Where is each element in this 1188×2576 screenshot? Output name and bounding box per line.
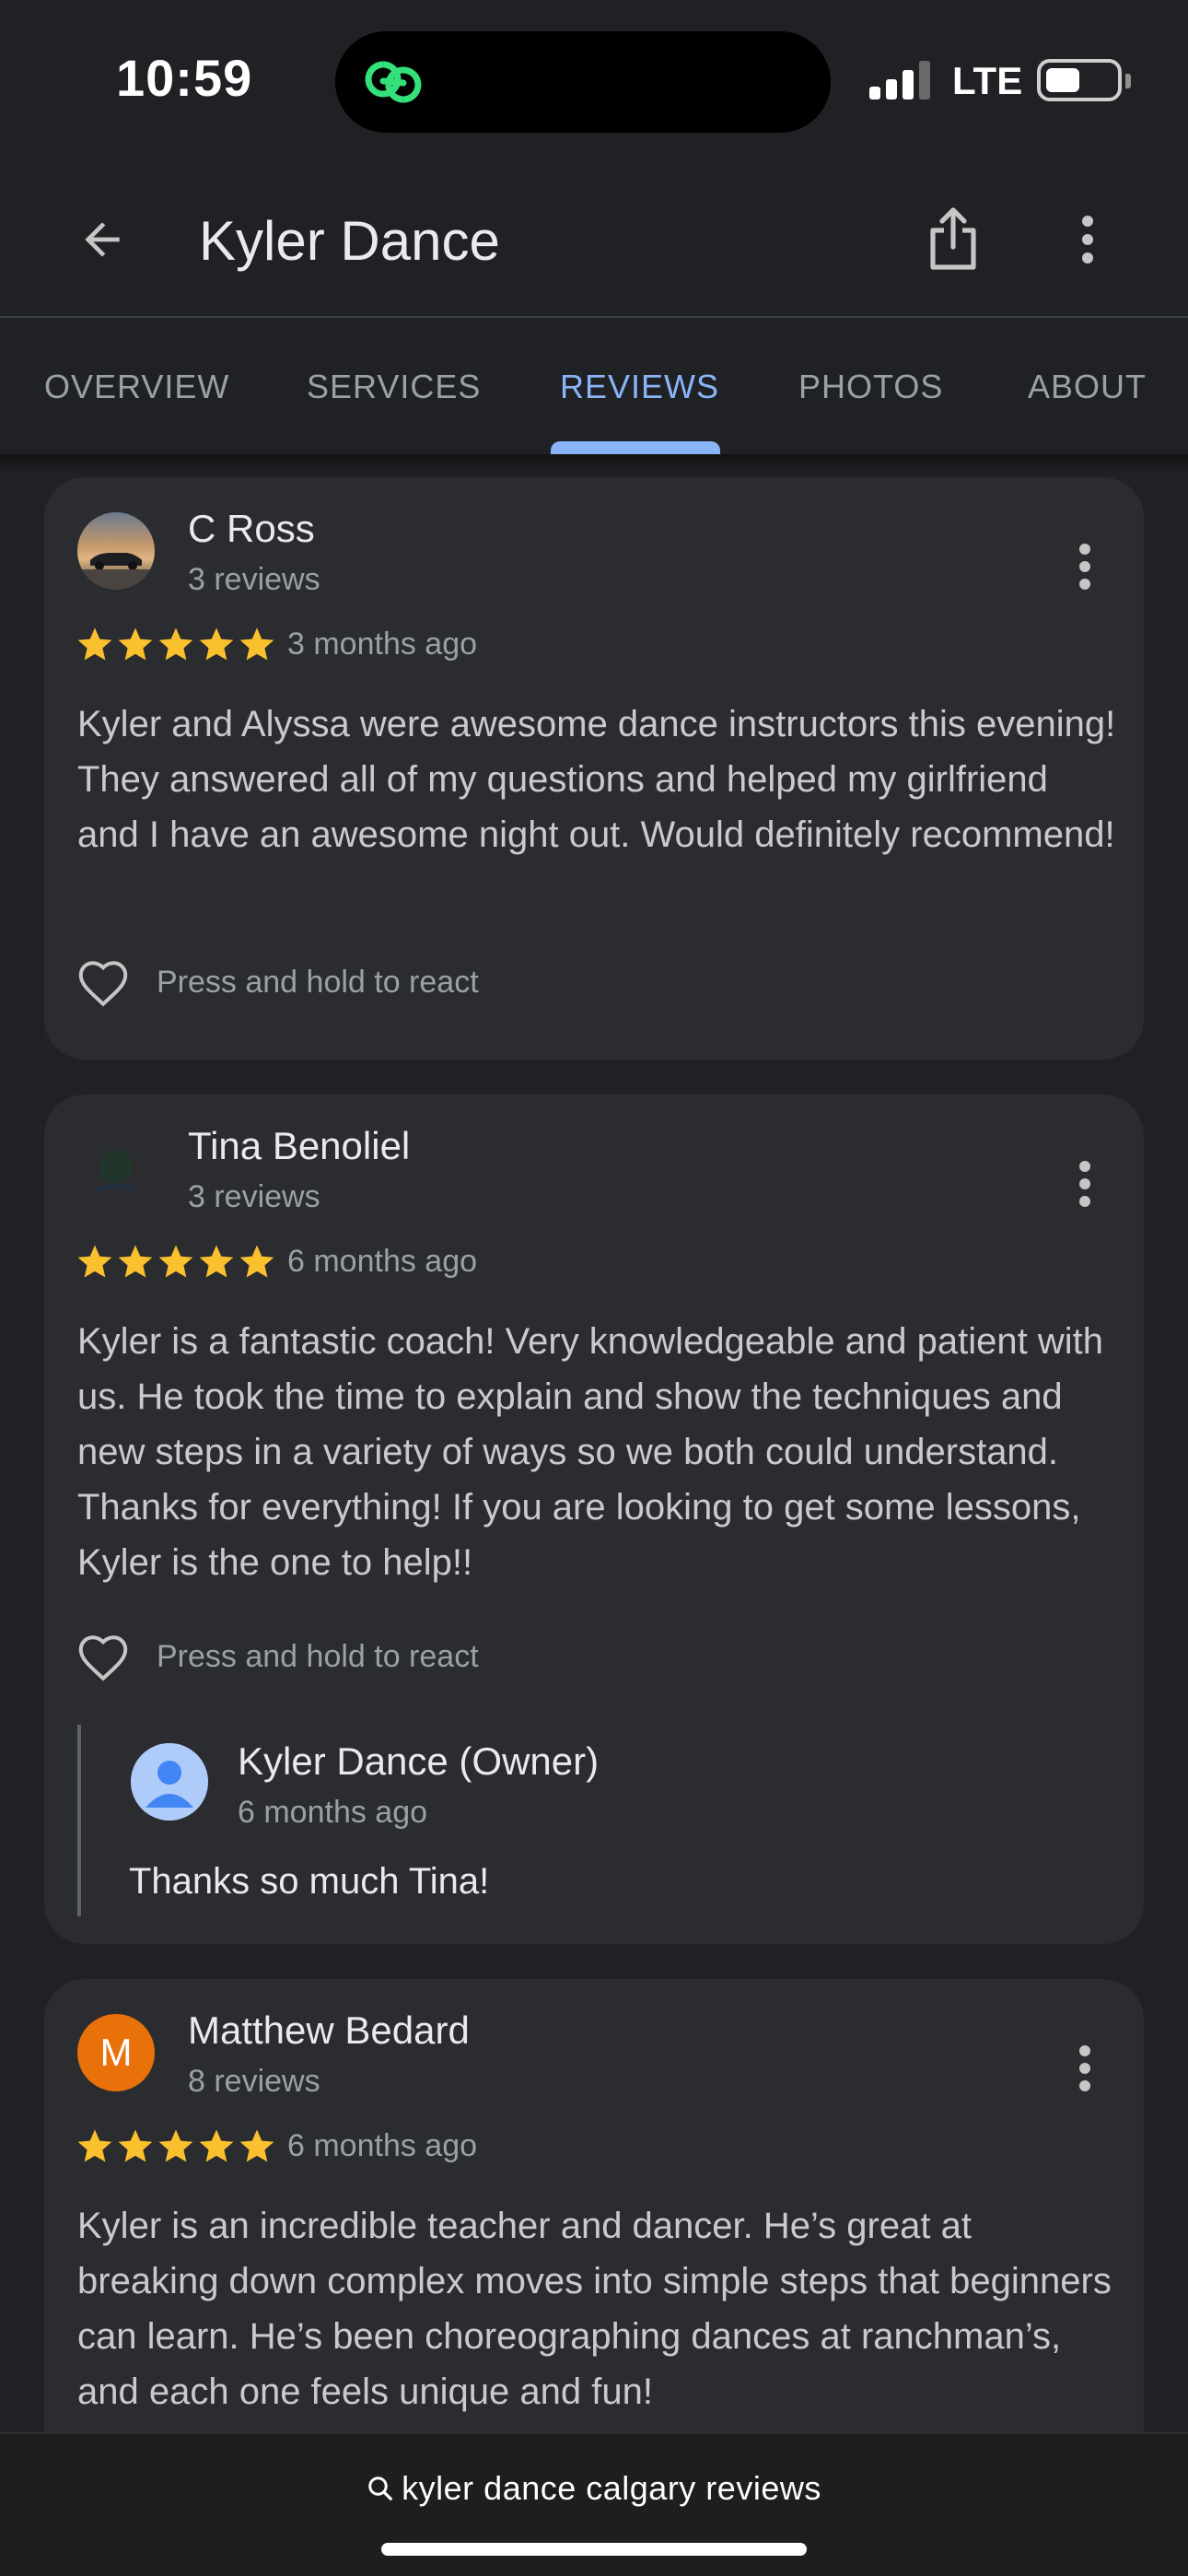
- star-icon: [158, 1245, 193, 1278]
- react-button[interactable]: Press and hold to react: [76, 953, 479, 1012]
- owner-reply: Kyler Dance (Owner) 6 months ago Thanks …: [77, 1725, 1109, 1916]
- star-icon: [118, 2129, 153, 2162]
- review-date: 6 months ago: [287, 2128, 478, 2163]
- tab-about[interactable]: ABOUT: [1028, 368, 1147, 406]
- tab-bar: OVERVIEW SERVICES REVIEWS PHOTOS ABOUT: [0, 320, 1188, 454]
- tab-services[interactable]: SERVICES: [307, 368, 481, 406]
- tab-photos[interactable]: PHOTOS: [798, 368, 943, 406]
- review-card: M Matthew Bedard 8 reviews 6 months ago …: [44, 1979, 1144, 2495]
- app-header: Kyler Dance: [0, 161, 1188, 318]
- review-text: Kyler is a fantastic coach! Very knowled…: [77, 1321, 1103, 1583]
- active-tab-indicator: [551, 441, 720, 454]
- avatar-logo: [95, 1150, 137, 1192]
- review-options-button[interactable]: [1057, 525, 1112, 608]
- owner-reply-text: Thanks so much Tina!: [129, 1861, 490, 1902]
- avatar-photo: [77, 512, 155, 590]
- review-text: Kyler and Alyssa were awesome dance inst…: [77, 704, 1116, 855]
- search-query-text: kyler dance calgary reviews: [402, 2469, 821, 2507]
- react-label: Press and hold to react: [157, 1638, 479, 1674]
- tabs-shadow: [0, 454, 1188, 474]
- react-label: Press and hold to react: [157, 964, 479, 1000]
- reviewer-name[interactable]: C Ross: [188, 507, 315, 551]
- network-type: LTE: [952, 59, 1023, 102]
- star-icon: [158, 2129, 193, 2162]
- arrow-back-icon: [85, 222, 120, 257]
- review-options-button[interactable]: [1057, 2027, 1112, 2110]
- review-options-button[interactable]: [1057, 1142, 1112, 1225]
- heart-outline-icon: [78, 1635, 128, 1681]
- owner-name: Kyler Dance (Owner): [238, 1739, 600, 1783]
- dynamic-island: [335, 31, 831, 133]
- star-rating: [76, 2126, 276, 2165]
- avatar[interactable]: [77, 1130, 155, 1207]
- search-query-chip[interactable]: kyler dance calgary reviews: [0, 2469, 1188, 2508]
- tab-reviews[interactable]: REVIEWS: [560, 368, 719, 406]
- review-text: Kyler is an incredible teacher and dance…: [77, 2206, 1112, 2412]
- star-icon: [77, 2129, 112, 2162]
- search-icon: [368, 2476, 393, 2500]
- star-icon: [239, 627, 274, 661]
- star-icon: [118, 627, 153, 661]
- star-icon: [199, 627, 234, 661]
- more-vert-icon: [1079, 544, 1090, 590]
- reviewer-review-count: 3 reviews: [188, 562, 320, 597]
- status-time: 10:59: [116, 49, 253, 107]
- review-date: 6 months ago: [287, 1244, 478, 1279]
- owner-avatar: [131, 1743, 208, 1821]
- star-icon: [239, 2129, 274, 2162]
- star-icon: [199, 1245, 234, 1278]
- tab-overview[interactable]: OVERVIEW: [44, 368, 229, 406]
- star-rating: [76, 625, 276, 663]
- review-date: 3 months ago: [287, 626, 478, 662]
- link-app-icon: [365, 61, 422, 103]
- more-vert-icon: [1082, 216, 1093, 263]
- star-icon: [118, 1245, 153, 1278]
- home-indicator[interactable]: [381, 2543, 807, 2556]
- back-button[interactable]: [61, 198, 144, 281]
- avatar[interactable]: [77, 512, 155, 590]
- star-rating: [76, 1242, 276, 1281]
- heart-outline-icon: [78, 961, 128, 1007]
- reviewer-name[interactable]: Tina Benoliel: [188, 1124, 410, 1168]
- react-button[interactable]: Press and hold to react: [76, 1627, 479, 1686]
- star-icon: [239, 1245, 274, 1278]
- share-icon: [930, 207, 976, 270]
- cellular-signal-icon: [869, 61, 930, 100]
- star-icon: [158, 627, 193, 661]
- more-options-button[interactable]: [1046, 198, 1129, 281]
- review-card: C Ross 3 reviews 3 months ago Kyler and …: [44, 477, 1144, 1060]
- reviewer-name[interactable]: Matthew Bedard: [188, 2008, 470, 2053]
- status-bar: 10:59 LTE: [0, 0, 1188, 161]
- review-card: Tina Benoliel 3 reviews 6 months ago Kyl…: [44, 1095, 1144, 1944]
- share-button[interactable]: [912, 198, 995, 281]
- owner-reply-date: 6 months ago: [238, 1795, 428, 1830]
- star-icon: [77, 627, 112, 661]
- reviewer-review-count: 8 reviews: [188, 2064, 320, 2099]
- bottom-search-bar: kyler dance calgary reviews: [0, 2432, 1188, 2576]
- battery-icon: [1037, 59, 1131, 101]
- more-vert-icon: [1079, 2045, 1090, 2091]
- avatar-letter: M: [99, 2031, 133, 2074]
- reviewer-review-count: 3 reviews: [188, 1179, 320, 1214]
- more-vert-icon: [1079, 1161, 1090, 1207]
- star-icon: [77, 1245, 112, 1278]
- avatar[interactable]: M: [77, 2014, 155, 2091]
- star-icon: [199, 2129, 234, 2162]
- person-icon: [131, 1743, 208, 1821]
- page-title: Kyler Dance: [199, 210, 500, 272]
